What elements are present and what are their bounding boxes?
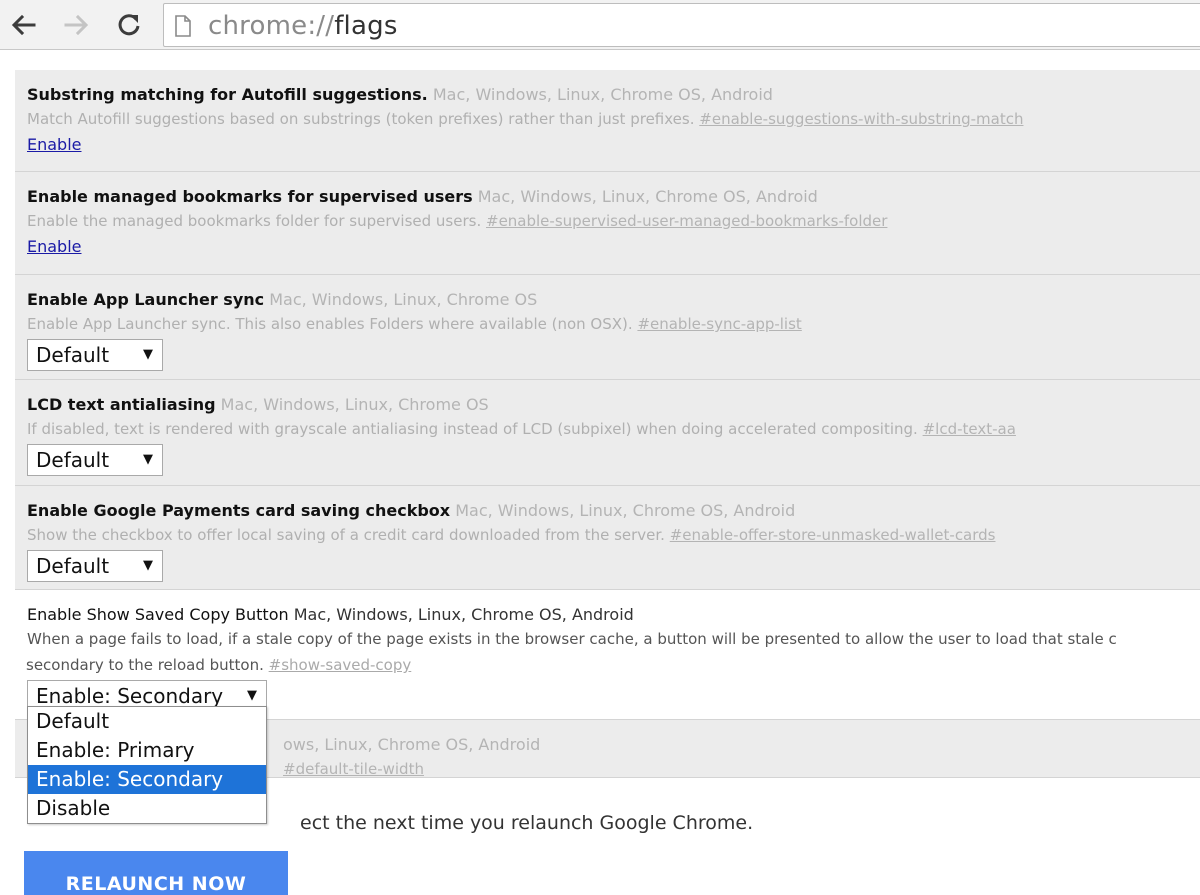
flag-row-substring-matching: Substring matching for Autofill suggesti… (15, 70, 1200, 172)
url-path: flags (334, 11, 398, 41)
enable-link[interactable]: Enable (27, 237, 82, 256)
flag-platforms: Mac, Windows, Linux, Chrome OS, Android (293, 605, 634, 624)
flag-platforms: Mac, Windows, Linux, Chrome OS, Android (477, 187, 818, 206)
flag-row-managed-bookmarks: Enable managed bookmarks for supervised … (15, 172, 1200, 275)
flag-anchor-link[interactable]: #lcd-text-aa (923, 420, 1016, 438)
flag-description: Match Autofill suggestions based on subs… (27, 110, 695, 128)
dropdown-option-enable-primary[interactable]: Enable: Primary (28, 736, 266, 765)
dropdown-caret-icon: ▼ (143, 452, 153, 467)
flag-description-continued: secondary to the reload button. (26, 656, 264, 674)
back-arrow-icon (11, 14, 36, 36)
select-value: Default (36, 448, 110, 472)
url-scheme: chrome:// (208, 11, 335, 41)
flag-description: Enable App Launcher sync. This also enab… (27, 315, 633, 333)
back-button[interactable] (6, 8, 40, 42)
forward-arrow-icon (64, 14, 89, 36)
flag-description: Show the checkbox to offer local saving … (27, 526, 665, 544)
flag-title: Substring matching for Autofill suggesti… (27, 85, 428, 104)
flag-title: Enable App Launcher sync (27, 290, 265, 309)
browser-toolbar: chrome://flags (0, 0, 1200, 50)
flag-anchor-link[interactable]: #enable-suggestions-with-substring-match (699, 110, 1023, 128)
dropdown-option-enable-secondary[interactable]: Enable: Secondary (28, 765, 266, 794)
reload-icon (118, 14, 140, 36)
select-dropdown-menu: Default Enable: Primary Enable: Secondar… (27, 706, 267, 824)
flag-platforms: ows, Linux, Chrome OS, Android (283, 735, 541, 754)
flag-platforms: Mac, Windows, Linux, Chrome OS, Android (432, 85, 773, 104)
select-value: Default (36, 554, 110, 578)
enable-link[interactable]: Enable (27, 135, 82, 154)
flag-select[interactable]: Default ▼ (27, 339, 163, 371)
flag-description: Enable the managed bookmarks folder for … (27, 212, 482, 230)
flag-title: Enable Google Payments card saving check… (27, 501, 451, 520)
page-icon (175, 15, 191, 37)
flag-platforms: Mac, Windows, Linux, Chrome OS (220, 395, 489, 414)
select-value: Enable: Secondary (36, 684, 224, 708)
dropdown-option-default[interactable]: Default (28, 707, 266, 736)
flag-platforms: Mac, Windows, Linux, Chrome OS (269, 290, 538, 309)
flag-title: Enable Show Saved Copy Button (27, 605, 289, 624)
flag-anchor-link[interactable]: #show-saved-copy (269, 656, 412, 674)
reload-button[interactable] (112, 8, 146, 42)
flag-description: When a page fails to load, if a stale co… (27, 630, 1117, 648)
flag-row-lcd-text-antialiasing: LCD text antialiasing Mac, Windows, Linu… (15, 380, 1200, 486)
flag-title: Enable managed bookmarks for supervised … (27, 187, 473, 206)
flag-row-google-payments: Enable Google Payments card saving check… (15, 486, 1200, 590)
flag-anchor-link[interactable]: #default-tile-width (283, 760, 424, 778)
forward-button[interactable] (60, 8, 94, 42)
flag-anchor-link[interactable]: #enable-offer-store-unmasked-wallet-card… (670, 526, 996, 544)
select-value: Default (36, 343, 110, 367)
flag-description: If disabled, text is rendered with grays… (27, 420, 918, 438)
relaunch-now-button[interactable]: RELAUNCH NOW (24, 851, 288, 895)
flag-select[interactable]: Default ▼ (27, 444, 163, 476)
flag-anchor-link[interactable]: #enable-supervised-user-managed-bookmark… (486, 212, 887, 230)
flag-row-app-launcher-sync: Enable App Launcher sync Mac, Windows, L… (15, 275, 1200, 380)
flag-select[interactable]: Default ▼ (27, 550, 163, 582)
relaunch-notice: ect the next time you relaunch Google Ch… (300, 812, 754, 834)
dropdown-caret-icon: ▼ (143, 558, 153, 573)
dropdown-option-disable[interactable]: Disable (28, 794, 266, 823)
url-text[interactable]: chrome://flags (208, 11, 398, 41)
flag-title: LCD text antialiasing (27, 395, 216, 414)
flag-row-show-saved-copy: Enable Show Saved Copy Button Mac, Windo… (15, 590, 1200, 720)
address-bar[interactable]: chrome://flags (163, 3, 1200, 47)
dropdown-caret-icon: ▼ (143, 347, 153, 362)
flag-platforms: Mac, Windows, Linux, Chrome OS, Android (455, 501, 796, 520)
flag-anchor-link[interactable]: #enable-sync-app-list (637, 315, 801, 333)
